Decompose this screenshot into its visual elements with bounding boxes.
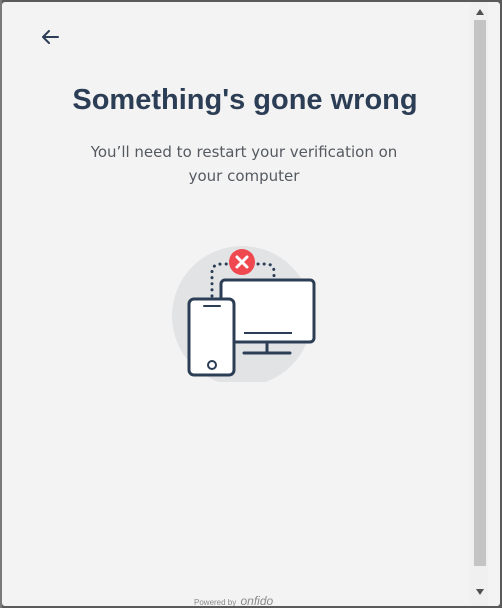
brand-logo: onfido <box>240 594 274 606</box>
chevron-down-icon <box>476 589 484 595</box>
window-frame: Something's gone wrong You’ll need to re… <box>0 0 502 608</box>
scroll-down-button[interactable] <box>474 586 486 598</box>
chevron-up-icon <box>476 9 484 15</box>
phone-computer-error-icon <box>170 242 322 386</box>
verification-dialog: Something's gone wrong You’ll need to re… <box>2 2 500 606</box>
scroll-up-button[interactable] <box>474 6 486 18</box>
page-title: Something's gone wrong <box>72 84 418 116</box>
powered-by-label: Powered by <box>194 598 237 606</box>
powered-by-footer: Powered by onfido <box>194 594 273 606</box>
back-button[interactable] <box>36 24 64 50</box>
page-subtitle: You’ll need to restart your verification… <box>90 143 398 185</box>
scrollbar-thumb[interactable] <box>474 20 486 566</box>
arrow-left-icon <box>42 30 59 44</box>
